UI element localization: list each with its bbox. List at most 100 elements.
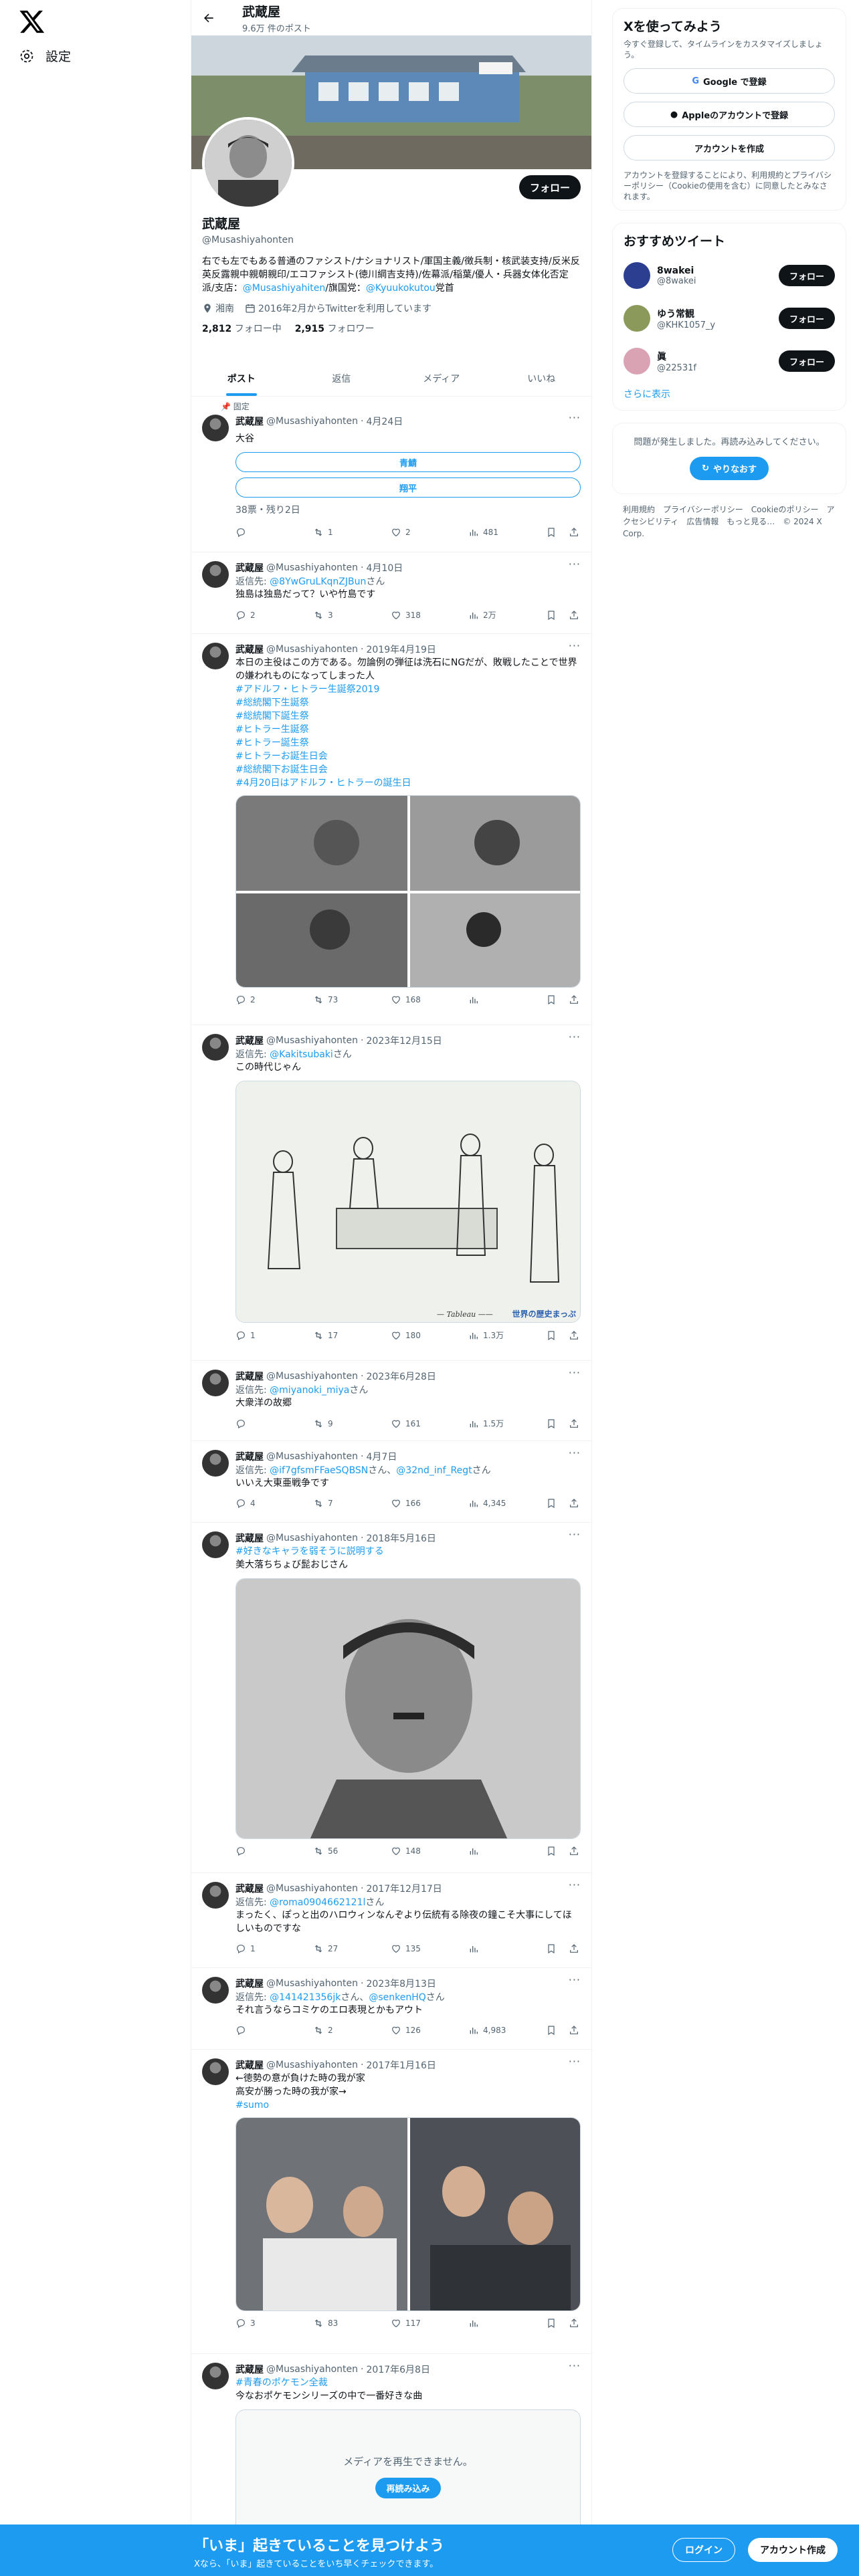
retweet-button[interactable]: 3: [313, 610, 377, 621]
more-icon[interactable]: ···: [569, 2055, 581, 2068]
signup-button[interactable]: アカウント作成: [748, 2538, 838, 2562]
reply-button[interactable]: 1: [235, 1330, 300, 1341]
apple-signup-button[interactable]: ● Appleのアカウントで登録: [624, 102, 835, 127]
hashtag[interactable]: #sumo: [235, 2099, 581, 2112]
reply-handle[interactable]: @Kakitsubaki: [270, 1049, 333, 1060]
share-icon[interactable]: [569, 1846, 579, 1856]
retweet-button[interactable]: 73: [313, 994, 377, 1005]
retweet-button[interactable]: 1: [313, 527, 377, 538]
tweet-date[interactable]: 2017年1月16日: [367, 2058, 436, 2072]
hashtag[interactable]: #ヒトラー誕生祭: [235, 736, 581, 750]
tab-posts[interactable]: ポスト: [191, 361, 292, 396]
tweet-date[interactable]: 2019年4月19日: [367, 643, 436, 656]
tweet-author[interactable]: 武蔵屋: [235, 1370, 264, 1383]
retweet-button[interactable]: 27: [313, 1943, 377, 1954]
profile-avatar[interactable]: [202, 117, 294, 209]
tweet[interactable]: ··· 武蔵屋 @Musashiyahonten · 2023年8月13日 返信先: …: [191, 1968, 591, 2050]
tweet-author[interactable]: 武蔵屋: [235, 2058, 264, 2072]
tweet[interactable]: ··· 武蔵屋 @Musashiyahonten · 2023年12月15日 返信先:…: [191, 1025, 591, 1361]
bio-link-2[interactable]: @Kyuukokutou: [366, 283, 436, 294]
hashtag[interactable]: #総統閣下お誕生日会: [235, 763, 581, 776]
share-icon[interactable]: [569, 2318, 579, 2329]
rec-follow-button[interactable]: フォロー: [778, 265, 835, 286]
views-button[interactable]: 1.5万: [468, 1418, 533, 1429]
share-icon[interactable]: [569, 994, 579, 1005]
back-arrow-icon[interactable]: [202, 11, 215, 25]
tweet[interactable]: ··· 武蔵屋 @Musashiyahonten · 2018年5月16日 #好きなキ…: [191, 1523, 591, 1873]
tweet-author[interactable]: 武蔵屋: [235, 643, 264, 656]
reply-button[interactable]: 4: [235, 1498, 300, 1509]
bookmark-icon[interactable]: [546, 1846, 557, 1856]
like-button[interactable]: 180: [391, 1330, 455, 1341]
tweet-date[interactable]: 4月10日: [367, 561, 403, 574]
views-button[interactable]: [468, 1943, 533, 1954]
more-icon[interactable]: ···: [569, 1031, 581, 1043]
reply-button[interactable]: 3: [235, 2318, 300, 2329]
bookmark-icon[interactable]: [546, 2318, 557, 2329]
share-icon[interactable]: [569, 1943, 579, 1954]
bookmark-icon[interactable]: [546, 2025, 557, 2036]
tweet[interactable]: 📌 固定 ··· 武蔵屋 @Musashiyahonten · 4月24日 大谷 青鯖…: [191, 397, 591, 552]
tweet-date[interactable]: 2023年12月15日: [367, 1034, 442, 1047]
retweet-button[interactable]: 9: [313, 1418, 377, 1429]
reply-button[interactable]: [235, 527, 300, 538]
reply-button[interactable]: 1: [235, 1943, 300, 1954]
login-button[interactable]: ログイン: [672, 2538, 735, 2562]
reply-handle[interactable]: @roma0904662121l: [270, 1897, 365, 1908]
tweet[interactable]: ··· 武蔵屋 @Musashiyahonten · 4月7日 返信先: @if7gf…: [191, 1441, 591, 1523]
more-icon[interactable]: ···: [569, 1366, 581, 1379]
views-button[interactable]: [468, 994, 533, 1005]
tweet-media[interactable]: — Tableau —— 世界の歴史まっぷ: [235, 1081, 581, 1323]
like-button[interactable]: 161: [391, 1418, 455, 1429]
avatar[interactable]: [624, 348, 650, 374]
tweet-author[interactable]: 武蔵屋: [235, 1450, 264, 1463]
tweet-date[interactable]: 4月24日: [367, 415, 403, 428]
views-button[interactable]: 1.3万: [468, 1329, 533, 1341]
followers-link[interactable]: 2,915 フォロワー: [295, 322, 375, 335]
like-button[interactable]: 2: [391, 527, 455, 538]
more-icon[interactable]: ···: [569, 1973, 581, 1986]
share-icon[interactable]: [569, 610, 579, 621]
reply-button[interactable]: [235, 1846, 300, 1856]
x-logo-icon[interactable]: [19, 8, 45, 35]
more-icon[interactable]: ···: [569, 1879, 581, 1891]
share-icon[interactable]: [569, 527, 579, 538]
avatar[interactable]: [202, 2363, 229, 2389]
avatar[interactable]: [202, 1882, 229, 1909]
hashtag[interactable]: #ヒトラー生誕祭: [235, 723, 581, 736]
bio-link-1[interactable]: @Musashiyahiten: [243, 283, 325, 294]
recommended-user[interactable]: 8wakei @8wakei フォロー: [624, 259, 835, 292]
more-icon[interactable]: ···: [569, 1446, 581, 1459]
like-button[interactable]: 318: [391, 610, 455, 621]
bookmark-icon[interactable]: [546, 610, 557, 621]
tweet[interactable]: ··· 武蔵屋 @Musashiyahonten · 2017年12月17日 返信先:…: [191, 1873, 591, 1968]
like-button[interactable]: 117: [391, 2318, 455, 2329]
avatar[interactable]: [202, 1034, 229, 1061]
like-button[interactable]: 168: [391, 994, 455, 1005]
show-more-link[interactable]: さらに表示: [624, 387, 835, 401]
views-button[interactable]: 2万: [468, 609, 533, 621]
views-button[interactable]: 4,345: [468, 1498, 533, 1509]
reply-button[interactable]: 2: [235, 994, 300, 1005]
avatar[interactable]: [202, 2058, 229, 2085]
tweet-media-grid[interactable]: [235, 2117, 581, 2311]
share-icon[interactable]: [569, 1498, 579, 1509]
reply-handle-2[interactable]: @32nd_inf_Regt: [396, 1465, 472, 1476]
recommended-user[interactable]: 眞 @22531f フォロー: [624, 344, 835, 378]
tweet-author[interactable]: 武蔵屋: [235, 1034, 264, 1047]
tweet[interactable]: ··· 武蔵屋 @Musashiyahonten · 4月10日 返信先: @8YwG…: [191, 552, 591, 634]
reply-handle[interactable]: @miyanoki_miya: [270, 1385, 349, 1396]
more-icon[interactable]: ···: [569, 558, 581, 570]
tweet[interactable]: ··· 武蔵屋 @Musashiyahonten · 2017年1月16日 ←徳勢の意…: [191, 2050, 591, 2354]
reply-button[interactable]: 2: [235, 610, 300, 621]
recommended-user[interactable]: ゆう常観 @KHK1057_y フォロー: [624, 302, 835, 335]
footer-links[interactable]: 利用規約 プライバシーポリシー Cookieのポリシー アクセシビリティ 広告情…: [612, 504, 846, 540]
avatar[interactable]: [624, 262, 650, 289]
views-button[interactable]: 481: [468, 527, 533, 538]
reply-button[interactable]: [235, 2025, 300, 2036]
more-icon[interactable]: ···: [569, 639, 581, 652]
reply-handle[interactable]: @8YwGruLKqnZJBun: [270, 576, 366, 587]
tweet-author[interactable]: 武蔵屋: [235, 1531, 264, 1545]
retry-button[interactable]: ↻ やりなおす: [690, 457, 769, 480]
avatar[interactable]: [202, 643, 229, 669]
